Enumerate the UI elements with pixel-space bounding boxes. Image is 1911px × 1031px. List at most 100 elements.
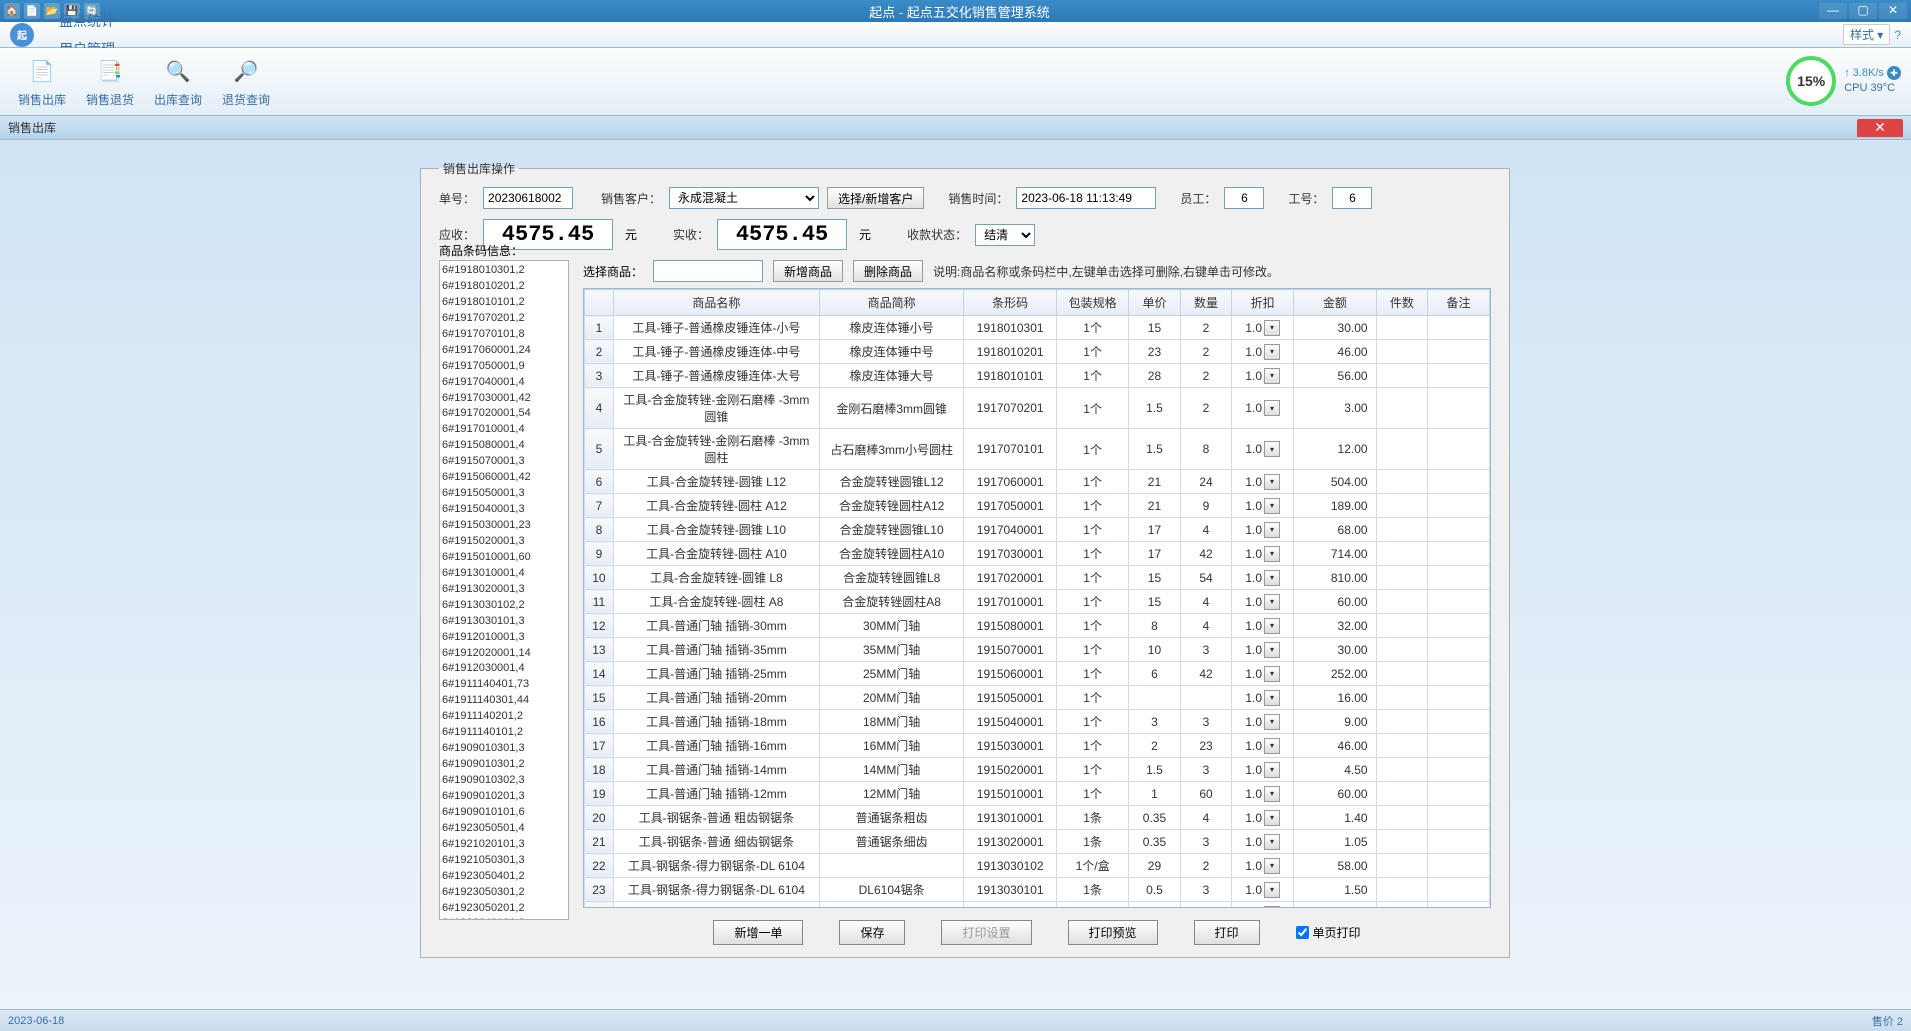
- table-row[interactable]: 7工具-合金旋转锉-圆柱 A12合金旋转锉圆柱A1219170500011个21…: [585, 494, 1490, 518]
- barcode-item[interactable]: 6#1911140401,73: [442, 677, 566, 693]
- barcode-item[interactable]: 6#1917030001,42: [442, 391, 566, 407]
- col-header[interactable]: 数量: [1180, 290, 1232, 316]
- barcode-item[interactable]: 6#1915050001,3: [442, 486, 566, 502]
- table-row[interactable]: 24工具-剪刀 美工刀-普通红色剪刀普通红色剪刀19120100011把631.…: [585, 902, 1490, 909]
- chevron-down-icon[interactable]: ▾: [1264, 570, 1280, 586]
- barcode-item[interactable]: 6#1918010201,2: [442, 279, 566, 295]
- barcode-item[interactable]: 6#1911140301,44: [442, 693, 566, 709]
- chevron-down-icon[interactable]: ▾: [1264, 642, 1280, 658]
- chevron-down-icon[interactable]: ▾: [1264, 498, 1280, 514]
- barcode-item[interactable]: 6#1915080001,4: [442, 438, 566, 454]
- tool-1[interactable]: 📑销售退货: [76, 51, 144, 112]
- table-row[interactable]: 3工具-锤子-普通橡皮锤连体-大号橡皮连体锤大号19180101011个2821…: [585, 364, 1490, 388]
- barcode-item[interactable]: 6#1915060001,42: [442, 470, 566, 486]
- barcode-item[interactable]: 6#1921020101,3: [442, 837, 566, 853]
- barcode-item[interactable]: 6#1923050301,2: [442, 885, 566, 901]
- table-row[interactable]: 11工具-合金旋转锉-圆柱 A8合金旋转锉圆柱A819170100011个154…: [585, 590, 1490, 614]
- help-icon[interactable]: ?: [1894, 28, 1901, 42]
- table-row[interactable]: 18工具-普通门轴 插销-14mm14MM门轴19150200011个1.531…: [585, 758, 1490, 782]
- barcode-item[interactable]: 6#1918010301,2: [442, 263, 566, 279]
- barcode-item[interactable]: 6#1917050001,9: [442, 359, 566, 375]
- table-row[interactable]: 12工具-普通门轴 插销-30mm30MM门轴19150800011个841.0…: [585, 614, 1490, 638]
- barcode-item[interactable]: 6#1917020001,54: [442, 406, 566, 422]
- barcode-item[interactable]: 6#1912020001,14: [442, 646, 566, 662]
- barcode-item[interactable]: 6#1923050401,2: [442, 869, 566, 885]
- chevron-down-icon[interactable]: ▾: [1264, 690, 1280, 706]
- table-row[interactable]: 13工具-普通门轴 插销-35mm35MM门轴19150700011个1031.…: [585, 638, 1490, 662]
- table-row[interactable]: 15工具-普通门轴 插销-20mm20MM门轴19150500011个1.0▾1…: [585, 686, 1490, 710]
- barcode-item[interactable]: 6#1922040101,3: [442, 916, 566, 919]
- barcode-item[interactable]: 6#1909010302,3: [442, 773, 566, 789]
- table-row[interactable]: 6工具-合金旋转锉-圆锥 L12合金旋转锉圆锥L1219170600011个21…: [585, 470, 1490, 494]
- barcode-item[interactable]: 6#1913030102,2: [442, 598, 566, 614]
- chevron-down-icon[interactable]: ▾: [1264, 441, 1280, 457]
- barcode-item[interactable]: 6#1917070201,2: [442, 311, 566, 327]
- style-menu[interactable]: 样式 ▾: [1843, 24, 1890, 45]
- table-row[interactable]: 5工具-合金旋转锉-金刚石磨棒 -3mm圆柱占石磨棒3mm小号圆柱1917070…: [585, 429, 1490, 470]
- barcode-item[interactable]: 6#1923050201,2: [442, 901, 566, 917]
- table-row[interactable]: 9工具-合金旋转锉-圆柱 A10合金旋转锉圆柱A1019170300011个17…: [585, 542, 1490, 566]
- table-row[interactable]: 17工具-普通门轴 插销-16mm16MM门轴19150300011个2231.…: [585, 734, 1490, 758]
- barcode-item[interactable]: 6#1917060001,24: [442, 343, 566, 359]
- col-header[interactable]: 单价: [1129, 290, 1181, 316]
- chevron-down-icon[interactable]: ▾: [1264, 400, 1280, 416]
- tool-2[interactable]: 🔍出库查询: [144, 51, 212, 112]
- new-order-button[interactable]: 新增一单: [713, 920, 803, 945]
- select-customer-button[interactable]: 选择/新增客户: [827, 187, 924, 209]
- table-row[interactable]: 2工具-锤子-普通橡皮锤连体-中号橡皮连体锤中号19180102011个2321…: [585, 340, 1490, 364]
- chevron-down-icon[interactable]: ▾: [1264, 618, 1280, 634]
- col-header[interactable]: 条形码: [964, 290, 1057, 316]
- chevron-down-icon[interactable]: ▾: [1264, 344, 1280, 360]
- table-row[interactable]: 14工具-普通门轴 插销-25mm25MM门轴19150600011个6421.…: [585, 662, 1490, 686]
- barcode-item[interactable]: 6#1915020001,3: [442, 534, 566, 550]
- barcode-item[interactable]: 6#1921050301,3: [442, 853, 566, 869]
- home-icon[interactable]: 🏠: [4, 3, 20, 19]
- barcode-item[interactable]: 6#1912010001,3: [442, 630, 566, 646]
- product-grid[interactable]: 商品名称商品简称条形码包装规格单价数量折扣金额件数备注 1工具-锤子-普通橡皮锤…: [583, 288, 1491, 908]
- col-header[interactable]: 商品简称: [820, 290, 964, 316]
- barcode-list[interactable]: 6#1918010301,26#1918010201,26#1918010101…: [439, 260, 569, 920]
- barcode-item[interactable]: 6#1909010201,3: [442, 789, 566, 805]
- col-header[interactable]: 商品名称: [613, 290, 819, 316]
- table-row[interactable]: 8工具-合金旋转锉-圆锥 L10合金旋转锉圆锥L1019170400011个17…: [585, 518, 1490, 542]
- table-row[interactable]: 10工具-合金旋转锉-圆锥 L8合金旋转锉圆锥L819170200011个155…: [585, 566, 1490, 590]
- table-row[interactable]: 1工具-锤子-普通橡皮锤连体-小号橡皮连体锤小号19180103011个1521…: [585, 316, 1490, 340]
- delete-product-button[interactable]: 删除商品: [853, 260, 923, 282]
- col-header[interactable]: 备注: [1428, 290, 1490, 316]
- col-header[interactable]: 件数: [1376, 290, 1428, 316]
- barcode-item[interactable]: 6#1913030101,3: [442, 614, 566, 630]
- subwindow-close-button[interactable]: ✕: [1857, 119, 1903, 137]
- chevron-down-icon[interactable]: ▾: [1264, 738, 1280, 754]
- chevron-down-icon[interactable]: ▾: [1264, 594, 1280, 610]
- barcode-item[interactable]: 6#1915010001,60: [442, 550, 566, 566]
- chevron-down-icon[interactable]: ▾: [1264, 320, 1280, 336]
- chevron-down-icon[interactable]: ▾: [1264, 834, 1280, 850]
- barcode-item[interactable]: 6#1917040001,4: [442, 375, 566, 391]
- col-header[interactable]: 金额: [1294, 290, 1376, 316]
- print-settings-button[interactable]: 打印设置: [941, 920, 1031, 945]
- barcode-item[interactable]: 6#1909010101,6: [442, 805, 566, 821]
- print-button[interactable]: 打印: [1194, 920, 1260, 945]
- order-no-input[interactable]: [483, 187, 573, 209]
- minimize-button[interactable]: —: [1819, 3, 1847, 19]
- barcode-item[interactable]: 6#1909010301,3: [442, 741, 566, 757]
- close-button[interactable]: ✕: [1879, 3, 1907, 19]
- chevron-down-icon[interactable]: ▾: [1264, 368, 1280, 384]
- chevron-down-icon[interactable]: ▾: [1264, 666, 1280, 682]
- menu-2[interactable]: 盘点统计: [44, 7, 130, 35]
- chevron-down-icon[interactable]: ▾: [1264, 906, 1280, 909]
- chevron-down-icon[interactable]: ▾: [1264, 882, 1280, 898]
- work-input[interactable]: [1332, 187, 1372, 209]
- barcode-item[interactable]: 6#1915030001,23: [442, 518, 566, 534]
- new-icon[interactable]: 📄: [24, 3, 40, 19]
- barcode-item[interactable]: 6#1911140101,2: [442, 725, 566, 741]
- barcode-item[interactable]: 6#1909010301,2: [442, 757, 566, 773]
- tool-3[interactable]: 🔎退货查询: [212, 51, 280, 112]
- chevron-down-icon[interactable]: ▾: [1264, 810, 1280, 826]
- barcode-item[interactable]: 6#1915070001,3: [442, 454, 566, 470]
- chevron-down-icon[interactable]: ▾: [1264, 474, 1280, 490]
- barcode-item[interactable]: 6#1923050501,4: [442, 821, 566, 837]
- chevron-down-icon[interactable]: ▾: [1264, 522, 1280, 538]
- print-preview-button[interactable]: 打印预览: [1068, 920, 1158, 945]
- col-header[interactable]: [585, 290, 614, 316]
